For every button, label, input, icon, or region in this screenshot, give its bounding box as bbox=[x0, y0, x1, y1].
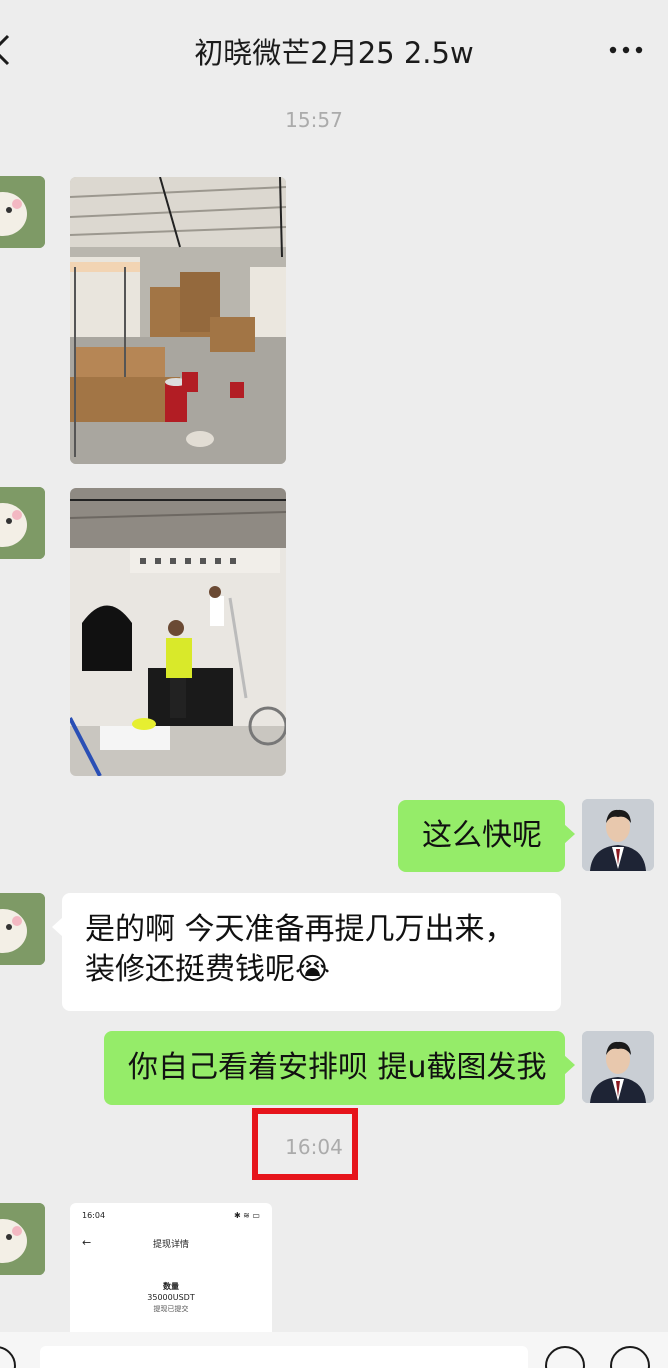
bubble-tail bbox=[564, 824, 575, 844]
message-line-2: 装修还挺费钱呢😭 bbox=[85, 952, 331, 987]
my-message-bubble[interactable]: 这么快呢 bbox=[398, 800, 575, 872]
chat-header: 初晓微芒2月25 2.5w bbox=[0, 0, 668, 100]
chat-timestamp: 16:04 bbox=[285, 1135, 343, 1159]
bubble-tail bbox=[564, 1055, 575, 1075]
voice-icon[interactable] bbox=[0, 1346, 16, 1368]
renovation-photo-2[interactable] bbox=[70, 488, 286, 776]
input-bar bbox=[0, 1332, 668, 1368]
screenshot-amount: 35000USDT bbox=[147, 1293, 195, 1302]
contact-avatar[interactable] bbox=[0, 176, 45, 248]
contact-avatar[interactable] bbox=[0, 487, 45, 559]
chat-title: 初晓微芒2月25 2.5w bbox=[194, 36, 474, 70]
screenshot-status-icons: ✱ ≋ ▭ bbox=[233, 1211, 260, 1220]
message-line-1: 是的啊 今天准备再提几万出来， bbox=[85, 912, 515, 947]
my-message-bubble[interactable]: 你自己看着安排呗 提u截图发我 bbox=[104, 1031, 575, 1105]
contact-avatar[interactable] bbox=[0, 893, 45, 965]
screenshot-quantity-label: 数量 bbox=[163, 1282, 179, 1291]
my-avatar[interactable] bbox=[582, 1031, 654, 1103]
withdrawal-screenshot[interactable]: 16:04 ✱ ≋ ▭ ← 提现详情 数量 35000USDT 提现已提交 bbox=[70, 1203, 272, 1343]
chat-timestamp: 15:57 bbox=[285, 108, 343, 132]
renovation-photo-1[interactable] bbox=[70, 177, 286, 464]
contact-avatar[interactable] bbox=[0, 1203, 45, 1275]
emoji-icon[interactable] bbox=[545, 1346, 585, 1368]
my-avatar[interactable] bbox=[582, 799, 654, 871]
contact-message-bubble[interactable]: 是的啊 今天准备再提几万出来， 装修还挺费钱呢😭 bbox=[52, 893, 561, 1011]
crying-emoji: 😭 bbox=[295, 952, 331, 987]
message-text: 你自己看着安排呗 提u截图发我 bbox=[128, 1050, 547, 1085]
screenshot-status-note: 提现已提交 bbox=[153, 1305, 189, 1313]
screenshot-time: 16:04 bbox=[82, 1211, 106, 1220]
screenshot-title: 提现详情 bbox=[152, 1240, 189, 1250]
more-horizontal-icon[interactable] bbox=[608, 40, 644, 60]
plus-icon[interactable] bbox=[610, 1346, 650, 1368]
message-input[interactable] bbox=[40, 1346, 528, 1368]
message-text: 这么快呢 bbox=[422, 818, 542, 853]
bubble-tail bbox=[52, 917, 63, 937]
